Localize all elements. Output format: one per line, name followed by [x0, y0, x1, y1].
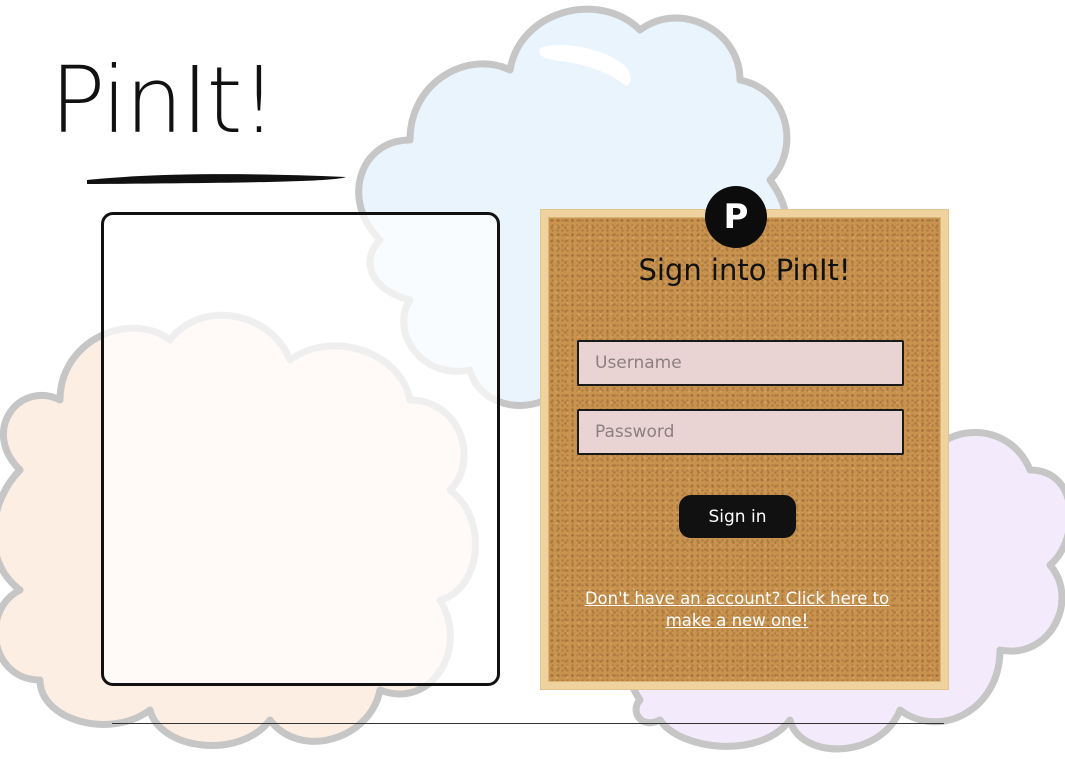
- username-input[interactable]: [577, 340, 904, 386]
- signin-button[interactable]: Sign in: [679, 495, 796, 538]
- footer-divider: [112, 723, 944, 724]
- preview-panel: [101, 212, 500, 686]
- signin-heading: Sign into PinIt!: [638, 253, 851, 287]
- pinit-logo-badge: P: [705, 186, 767, 248]
- password-input[interactable]: [577, 409, 904, 455]
- app-title: PinIt!: [50, 47, 277, 154]
- register-link[interactable]: Don't have an account? Click here to mak…: [567, 588, 907, 632]
- title-underline: [87, 174, 346, 184]
- page: PinIt! P Sign into PinIt! Sign in Don't …: [0, 0, 1065, 759]
